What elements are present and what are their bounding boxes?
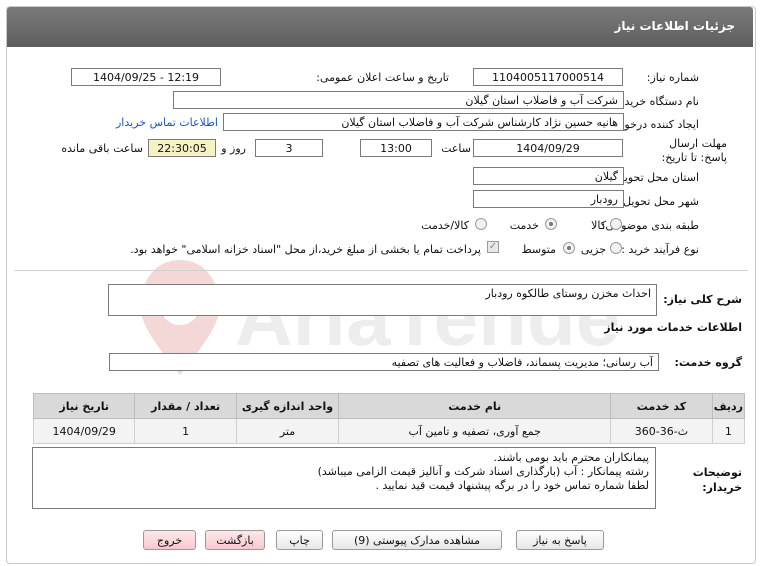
back-button[interactable]: بازگشت (205, 530, 265, 550)
cell-date: 1404/09/29 (32, 418, 136, 444)
services-section-title: اطلاعات خدمات مورد نیاز (604, 321, 742, 334)
deadline-date-field: 1404/09/29 (473, 139, 623, 157)
announce-field: 1404/09/25 - 12:19 (71, 68, 221, 86)
col-code: کد خدمت (610, 393, 713, 419)
buyer-contact-link[interactable]: اطلاعات تماس خریدار (116, 116, 218, 129)
city-field: رودبار (473, 190, 624, 208)
table-header-row: ردیف کد خدمت نام خدمت واحد اندازه گیری ت… (32, 393, 746, 419)
deadline-time-field: 13:00 (360, 139, 432, 157)
process-label: نوع فرآیند خرید : (621, 243, 699, 256)
service-group-field: آب رسانی؛ مدیریت پسماند، فاضلاب و فعالیت… (109, 353, 659, 371)
col-quantity: تعداد / مقدار (134, 393, 237, 419)
title-bar: جزئیات اطلاعات نیاز (7, 7, 753, 47)
category-service-label: خدمت (509, 219, 539, 232)
services-table: ردیف کد خدمت نام خدمت واحد اندازه گیری ت… (32, 393, 746, 444)
city-label: شهر محل تحویل: (619, 195, 699, 208)
category-service-radio[interactable] (545, 218, 557, 230)
category-both-label: کالا/خدمت (421, 219, 469, 232)
province-field: گیلان (473, 167, 624, 185)
buyer-org-field: شرکت آب و فاضلاب استان گیلان (173, 91, 624, 109)
remaining-time-field: 22:30:05 (148, 139, 216, 157)
page-title: جزئیات اطلاعات نیاز (614, 19, 735, 33)
summary-field: احداث مخزن روستای طالکوه رودبار (108, 284, 657, 316)
process-small-radio[interactable] (610, 242, 622, 254)
process-small-label: جزیی (580, 243, 606, 256)
category-goods-label: کالا (591, 219, 606, 232)
deadline-label: مهلت ارسال پاسخ: تا تاریخ: (661, 137, 727, 164)
days-remaining-field: 3 (255, 139, 323, 157)
need-number-field: 1104005117000514 (473, 68, 623, 86)
col-row: ردیف (711, 393, 746, 419)
announce-label: تاریخ و ساعت اعلان عمومی: (316, 71, 449, 84)
col-date: تاریخ نیاز (32, 393, 136, 419)
need-number-label: شماره نیاز: (646, 71, 699, 84)
process-medium-label: متوسط (521, 243, 556, 256)
attachments-button[interactable]: مشاهده مدارک پیوستی (9) (332, 530, 502, 550)
buyer-org-label: نام دستگاه خریدار: (612, 95, 699, 108)
cell-name: جمع آوری، تصفیه و تامین آب (338, 418, 612, 444)
cell-unit: متر (235, 418, 340, 444)
note-line: لطفا شماره تماس خود را در برگه پیشنهاد ق… (375, 479, 649, 492)
col-unit: واحد اندازه گیری (235, 393, 340, 419)
cell-quantity: 1 (134, 418, 237, 444)
exit-button[interactable]: خروج (143, 530, 196, 550)
note-line: رشته پیمانکار : آب (بارگذاری اسناد شرکت … (317, 465, 649, 478)
divider (14, 270, 748, 271)
buyer-notes-field: پیمانکاران محترم باید بومی باشند. رشته پ… (32, 447, 656, 509)
process-medium-radio[interactable] (563, 242, 575, 254)
table-row: 1 ث-36-360 جمع آوری، تصفیه و تامین آب مت… (32, 418, 746, 444)
days-label: روز و (221, 142, 246, 155)
note-line: پیمانکاران محترم باید بومی باشند. (493, 451, 649, 464)
treasury-note: پرداخت تمام یا بخشی از مبلغ خرید،از محل … (130, 243, 481, 256)
deadline-time-label: ساعت (441, 142, 471, 155)
creator-field: هانیه حسین نژاد کارشناس شرکت آب و فاضلاب… (223, 113, 624, 131)
province-label: استان محل تحویل: (612, 171, 699, 184)
summary-label: شرح کلی نیاز: (663, 293, 742, 306)
buyer-notes-label: توضیحات خریدار: (692, 466, 742, 494)
service-group-label: گروه خدمت: (674, 356, 742, 369)
print-button[interactable]: چاپ (276, 530, 323, 550)
cell-row: 1 (711, 418, 746, 444)
remaining-label: ساعت باقی مانده (61, 142, 143, 155)
cell-code: ث-36-360 (610, 418, 713, 444)
category-both-radio[interactable] (475, 218, 487, 230)
treasury-checkbox[interactable]: ✓ (487, 241, 499, 253)
col-name: نام خدمت (338, 393, 612, 419)
category-goods-radio[interactable] (610, 218, 622, 230)
reply-button[interactable]: پاسخ به نیاز (516, 530, 604, 550)
